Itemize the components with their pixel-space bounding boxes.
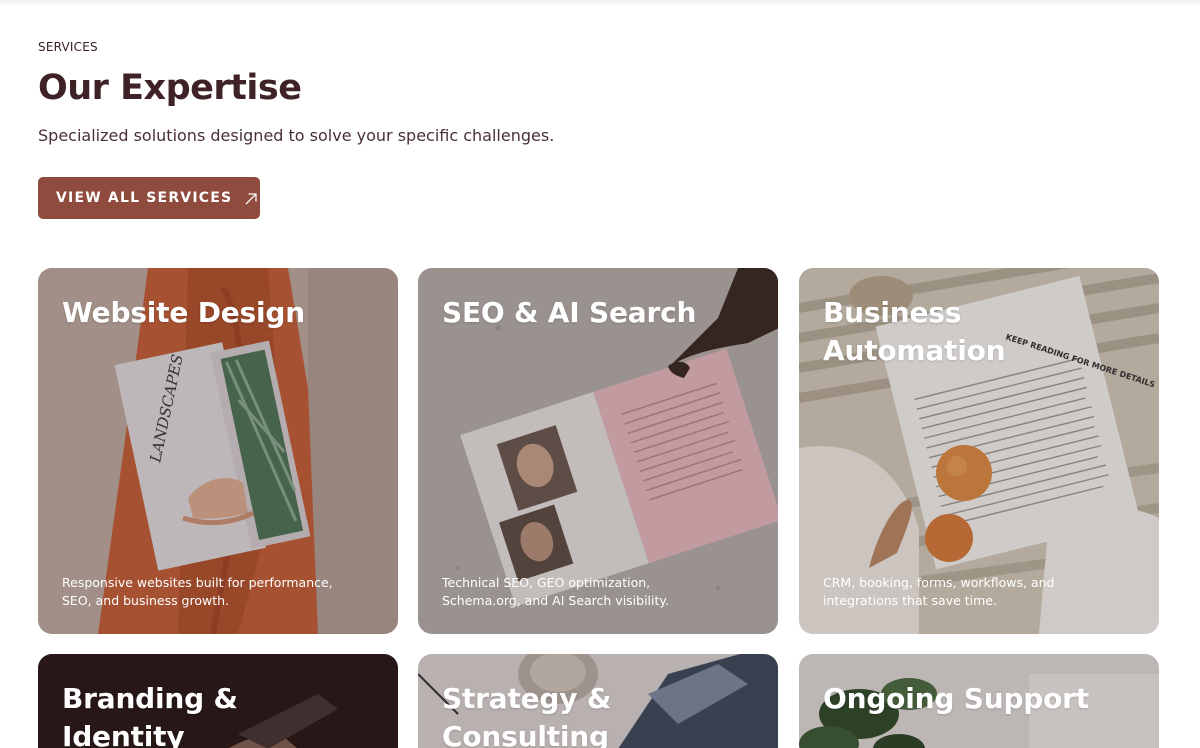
service-card-business-automation[interactable]: KEEP READING FOR MORE DETAILS Business A… <box>799 268 1159 634</box>
card-title: Branding & Identity <box>62 682 238 748</box>
section-subtitle: Specialized solutions designed to solve … <box>38 126 555 145</box>
service-card-branding-identity[interactable]: Branding & Identity <box>38 654 398 748</box>
service-card-seo-ai-search[interactable]: SEO & AI Search Technical SEO, GEO optim… <box>418 268 778 634</box>
card-description: Technical SEO, GEO optimization, Schema.… <box>442 575 669 608</box>
card-title: Business Automation <box>823 296 1006 367</box>
section-eyebrow: SERVICES <box>38 40 98 54</box>
service-card-strategy-consulting[interactable]: Strategy & Consulting <box>418 654 778 748</box>
header-shadow <box>0 0 1200 6</box>
card-title: Website Design <box>62 296 305 329</box>
section-title: Our Expertise <box>38 68 302 108</box>
service-card-ongoing-support[interactable]: Ongoing Support <box>799 654 1159 748</box>
card-description: Responsive websites built for performanc… <box>62 575 333 608</box>
view-all-services-button[interactable]: VIEW ALL SERVICES <box>38 177 260 219</box>
card-description: CRM, booking, forms, workflows, and inte… <box>823 575 1055 608</box>
card-title: Ongoing Support <box>823 682 1089 715</box>
service-card-website-design[interactable]: LANDSCAPES Website Design Responsive web… <box>38 268 398 634</box>
view-all-services-label: VIEW ALL SERVICES <box>56 190 233 206</box>
card-title: Strategy & Consulting <box>442 682 612 748</box>
card-title: SEO & AI Search <box>442 296 697 329</box>
arrow-up-right-icon <box>244 191 258 205</box>
